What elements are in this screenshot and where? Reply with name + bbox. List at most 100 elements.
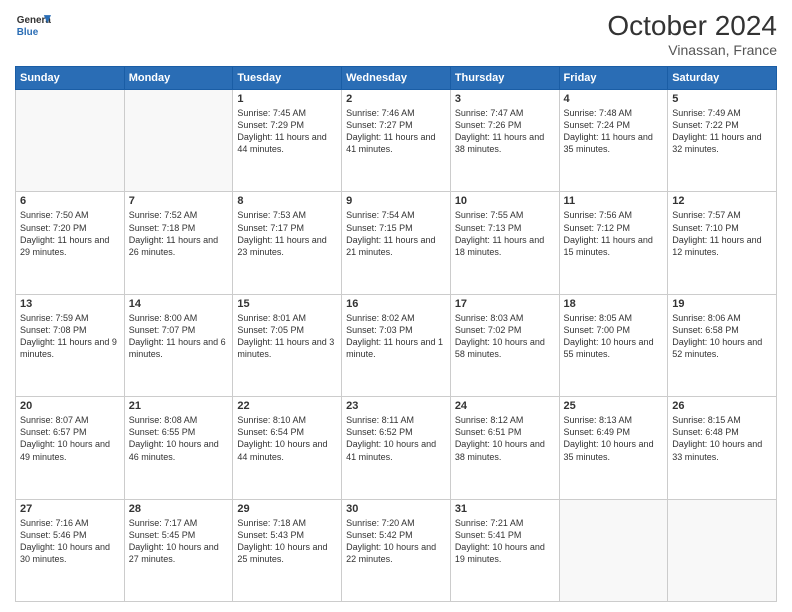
sunset-text: Sunset: 7:00 PM (564, 324, 664, 336)
day-number: 25 (564, 400, 664, 412)
sunset-text: Sunset: 6:55 PM (129, 426, 229, 438)
calendar-day-cell: 1Sunrise: 7:45 AMSunset: 7:29 PMDaylight… (233, 90, 342, 192)
day-number: 22 (237, 400, 337, 412)
daylight-text: Daylight: 10 hours and 46 minutes. (129, 438, 229, 462)
sunrise-text: Sunrise: 7:56 AM (564, 209, 664, 221)
day-number: 18 (564, 298, 664, 310)
daylight-text: Daylight: 11 hours and 35 minutes. (564, 131, 664, 155)
daylight-text: Daylight: 11 hours and 29 minutes. (20, 234, 120, 258)
sunset-text: Sunset: 5:41 PM (455, 529, 555, 541)
sunrise-text: Sunrise: 7:16 AM (20, 517, 120, 529)
sunrise-text: Sunrise: 8:13 AM (564, 414, 664, 426)
day-number: 3 (455, 93, 555, 105)
calendar-week-row: 1Sunrise: 7:45 AMSunset: 7:29 PMDaylight… (16, 90, 777, 192)
sunset-text: Sunset: 5:43 PM (237, 529, 337, 541)
svg-text:Blue: Blue (17, 27, 39, 38)
day-number: 28 (129, 503, 229, 515)
sunrise-text: Sunrise: 7:18 AM (237, 517, 337, 529)
calendar-day-cell: 13Sunrise: 7:59 AMSunset: 7:08 PMDayligh… (16, 294, 125, 396)
header: General Blue October 2024 Vinassan, Fran… (15, 10, 777, 58)
sunset-text: Sunset: 6:51 PM (455, 426, 555, 438)
sunset-text: Sunset: 5:46 PM (20, 529, 120, 541)
sunrise-text: Sunrise: 7:20 AM (346, 517, 446, 529)
day-number: 19 (672, 298, 772, 310)
sunset-text: Sunset: 7:18 PM (129, 222, 229, 234)
daylight-text: Daylight: 10 hours and 49 minutes. (20, 438, 120, 462)
day-number: 26 (672, 400, 772, 412)
sunset-text: Sunset: 7:29 PM (237, 119, 337, 131)
sunrise-text: Sunrise: 7:54 AM (346, 209, 446, 221)
calendar-day-cell (559, 499, 668, 601)
daylight-text: Daylight: 11 hours and 41 minutes. (346, 131, 446, 155)
calendar-day-cell: 4Sunrise: 7:48 AMSunset: 7:24 PMDaylight… (559, 90, 668, 192)
daylight-text: Daylight: 11 hours and 3 minutes. (237, 336, 337, 360)
calendar-day-cell: 31Sunrise: 7:21 AMSunset: 5:41 PMDayligh… (450, 499, 559, 601)
calendar-day-cell: 17Sunrise: 8:03 AMSunset: 7:02 PMDayligh… (450, 294, 559, 396)
sunset-text: Sunset: 7:15 PM (346, 222, 446, 234)
sunrise-text: Sunrise: 7:17 AM (129, 517, 229, 529)
daylight-text: Daylight: 10 hours and 55 minutes. (564, 336, 664, 360)
weekday-header-cell: Friday (559, 67, 668, 90)
sunrise-text: Sunrise: 8:03 AM (455, 312, 555, 324)
day-number: 6 (20, 195, 120, 207)
sunrise-text: Sunrise: 7:21 AM (455, 517, 555, 529)
calendar-day-cell: 26Sunrise: 8:15 AMSunset: 6:48 PMDayligh… (668, 397, 777, 499)
weekday-header-cell: Tuesday (233, 67, 342, 90)
calendar-day-cell: 24Sunrise: 8:12 AMSunset: 6:51 PMDayligh… (450, 397, 559, 499)
day-number: 31 (455, 503, 555, 515)
daylight-text: Daylight: 11 hours and 44 minutes. (237, 131, 337, 155)
daylight-text: Daylight: 11 hours and 15 minutes. (564, 234, 664, 258)
logo: General Blue (15, 10, 51, 40)
logo-icon: General Blue (15, 10, 51, 40)
month-title: October 2024 (607, 10, 777, 42)
calendar-day-cell: 19Sunrise: 8:06 AMSunset: 6:58 PMDayligh… (668, 294, 777, 396)
calendar-day-cell: 16Sunrise: 8:02 AMSunset: 7:03 PMDayligh… (342, 294, 451, 396)
sunrise-text: Sunrise: 7:48 AM (564, 107, 664, 119)
daylight-text: Daylight: 10 hours and 38 minutes. (455, 438, 555, 462)
daylight-text: Daylight: 10 hours and 33 minutes. (672, 438, 772, 462)
sunset-text: Sunset: 5:42 PM (346, 529, 446, 541)
calendar-day-cell: 3Sunrise: 7:47 AMSunset: 7:26 PMDaylight… (450, 90, 559, 192)
sunset-text: Sunset: 7:03 PM (346, 324, 446, 336)
weekday-header-cell: Wednesday (342, 67, 451, 90)
daylight-text: Daylight: 10 hours and 58 minutes. (455, 336, 555, 360)
day-number: 7 (129, 195, 229, 207)
sunrise-text: Sunrise: 7:59 AM (20, 312, 120, 324)
daylight-text: Daylight: 10 hours and 35 minutes. (564, 438, 664, 462)
sunrise-text: Sunrise: 8:02 AM (346, 312, 446, 324)
calendar-day-cell: 21Sunrise: 8:08 AMSunset: 6:55 PMDayligh… (124, 397, 233, 499)
calendar-day-cell: 30Sunrise: 7:20 AMSunset: 5:42 PMDayligh… (342, 499, 451, 601)
calendar-body: 1Sunrise: 7:45 AMSunset: 7:29 PMDaylight… (16, 90, 777, 602)
sunrise-text: Sunrise: 8:00 AM (129, 312, 229, 324)
sunset-text: Sunset: 7:22 PM (672, 119, 772, 131)
daylight-text: Daylight: 11 hours and 12 minutes. (672, 234, 772, 258)
calendar-day-cell: 11Sunrise: 7:56 AMSunset: 7:12 PMDayligh… (559, 192, 668, 294)
sunset-text: Sunset: 7:24 PM (564, 119, 664, 131)
calendar-day-cell: 12Sunrise: 7:57 AMSunset: 7:10 PMDayligh… (668, 192, 777, 294)
sunset-text: Sunset: 7:13 PM (455, 222, 555, 234)
day-number: 17 (455, 298, 555, 310)
day-number: 16 (346, 298, 446, 310)
location-title: Vinassan, France (607, 42, 777, 58)
sunset-text: Sunset: 6:48 PM (672, 426, 772, 438)
weekday-header-row: SundayMondayTuesdayWednesdayThursdayFrid… (16, 67, 777, 90)
calendar-day-cell: 14Sunrise: 8:00 AMSunset: 7:07 PMDayligh… (124, 294, 233, 396)
weekday-header-cell: Saturday (668, 67, 777, 90)
daylight-text: Daylight: 10 hours and 44 minutes. (237, 438, 337, 462)
day-number: 2 (346, 93, 446, 105)
calendar-week-row: 27Sunrise: 7:16 AMSunset: 5:46 PMDayligh… (16, 499, 777, 601)
calendar-day-cell: 7Sunrise: 7:52 AMSunset: 7:18 PMDaylight… (124, 192, 233, 294)
sunrise-text: Sunrise: 8:10 AM (237, 414, 337, 426)
day-number: 24 (455, 400, 555, 412)
sunset-text: Sunset: 7:05 PM (237, 324, 337, 336)
day-number: 11 (564, 195, 664, 207)
sunset-text: Sunset: 6:58 PM (672, 324, 772, 336)
calendar-day-cell: 15Sunrise: 8:01 AMSunset: 7:05 PMDayligh… (233, 294, 342, 396)
sunrise-text: Sunrise: 8:11 AM (346, 414, 446, 426)
weekday-header-cell: Sunday (16, 67, 125, 90)
sunset-text: Sunset: 7:27 PM (346, 119, 446, 131)
daylight-text: Daylight: 11 hours and 23 minutes. (237, 234, 337, 258)
calendar-week-row: 20Sunrise: 8:07 AMSunset: 6:57 PMDayligh… (16, 397, 777, 499)
title-block: October 2024 Vinassan, France (607, 10, 777, 58)
daylight-text: Daylight: 10 hours and 30 minutes. (20, 541, 120, 565)
